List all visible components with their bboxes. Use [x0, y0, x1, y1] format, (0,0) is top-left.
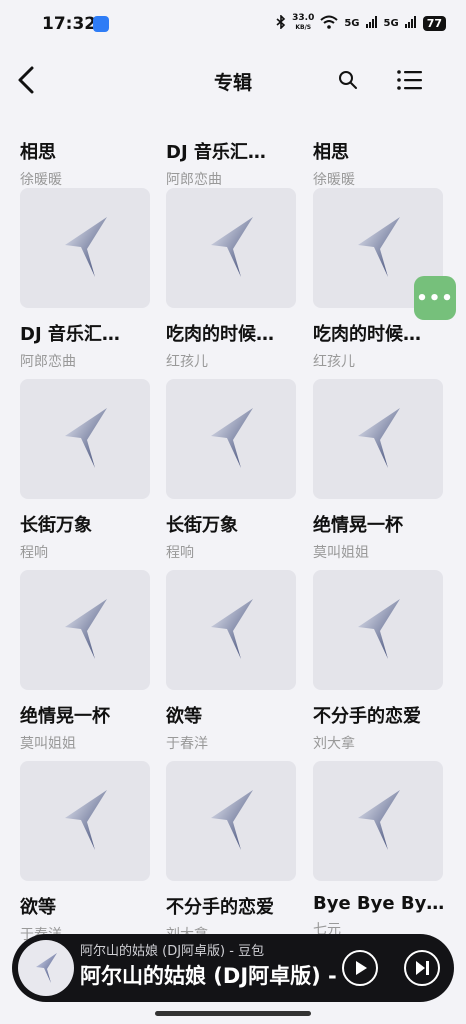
album-card[interactable]: 欲等于春洋 — [166, 570, 296, 753]
bluetooth-icon — [276, 13, 286, 32]
now-playing-cover[interactable] — [18, 940, 74, 996]
album-card[interactable]: 欲等于春洋 — [20, 761, 150, 944]
list-menu-icon — [397, 70, 422, 90]
signal-bars-icon — [365, 15, 378, 31]
status-icons: 33.0 KB/S 5G 5G 77 — [276, 14, 446, 32]
album-title: 不分手的恋爱 — [313, 706, 421, 727]
album-title: 不分手的恋爱 — [166, 897, 274, 918]
status-time: 17:32 — [42, 14, 97, 34]
status-bar: 17:32 33.0 KB/S 5G 5G 77 — [0, 0, 466, 50]
play-button[interactable] — [342, 950, 378, 986]
album-artist: 红孩儿 — [313, 354, 355, 370]
album-logo-icon — [65, 217, 107, 277]
album-artist: 阿郎恋曲 — [20, 354, 76, 370]
signal-bars-icon — [404, 15, 417, 31]
album-cover[interactable] — [20, 761, 150, 881]
search-button[interactable] — [336, 68, 360, 92]
next-button[interactable] — [404, 950, 440, 986]
album-cover[interactable] — [313, 379, 443, 499]
now-playing-bar[interactable]: 阿尔山的姑娘 (DJ阿卓版) - 豆包 阿尔山的姑娘 (DJ阿卓版) - 豆包 — [12, 934, 454, 1002]
album-title: DJ 音乐汇… — [166, 142, 266, 163]
album-artist: 阿郎恋曲 — [166, 172, 222, 188]
album-card[interactable]: DJ 音乐汇… 阿郎恋曲 — [20, 188, 150, 371]
album-title: 欲等 — [20, 897, 56, 918]
skip-next-icon — [416, 961, 429, 975]
album-card[interactable]: 相思 徐暖暖 — [20, 126, 150, 189]
album-cover[interactable] — [166, 188, 296, 308]
search-icon — [339, 71, 357, 89]
album-logo-icon — [211, 599, 253, 659]
album-artist: 莫叫姐姐 — [313, 545, 369, 561]
album-logo-icon — [358, 790, 400, 850]
menu-button[interactable] — [396, 68, 422, 92]
album-cover[interactable] — [20, 188, 150, 308]
album-title: 欲等 — [166, 706, 202, 727]
signal-5g-2: 5G — [383, 17, 399, 29]
album-title: 吃肉的时候… — [313, 324, 421, 345]
album-artist: 程响 — [166, 545, 194, 561]
album-artist: 于春洋 — [166, 736, 208, 752]
album-card[interactable]: Bye Bye By… 七元 — [313, 761, 444, 939]
album-title: 相思 — [20, 142, 56, 163]
album-title: 绝情晃一杯 — [20, 706, 110, 727]
album-logo-icon — [65, 790, 107, 850]
battery-indicator: 77 — [422, 15, 446, 31]
album-title: 相思 — [313, 142, 349, 163]
album-artist: 刘大拿 — [313, 736, 355, 752]
album-cover[interactable] — [313, 761, 443, 881]
album-card[interactable]: 吃肉的时候… 红孩儿 — [166, 188, 296, 371]
album-card[interactable]: 不分手的恋爱刘大拿 — [166, 761, 296, 944]
home-indicator — [155, 1011, 311, 1016]
floating-more-button[interactable]: ••• — [414, 276, 456, 320]
album-logo-icon — [211, 790, 253, 850]
album-logo-icon — [65, 408, 107, 468]
album-cover[interactable] — [20, 379, 150, 499]
album-artist: 徐暖暖 — [313, 172, 355, 188]
network-speed: 33.0 KB/S — [292, 13, 315, 32]
album-artist: 徐暖暖 — [20, 172, 62, 188]
album-title: 绝情晃一杯 — [313, 515, 403, 536]
album-artist: 莫叫姐姐 — [20, 736, 76, 752]
album-card[interactable]: 绝情晃一杯 莫叫姐姐 — [313, 379, 443, 562]
album-logo-icon — [211, 217, 253, 277]
album-card[interactable]: 长街万象 程响 — [20, 379, 150, 562]
page-header: 专辑 — [0, 50, 466, 110]
album-cover[interactable] — [166, 761, 296, 881]
signal-5g-1: 5G — [344, 17, 360, 29]
album-logo-icon — [65, 599, 107, 659]
album-title: 长街万象 — [20, 515, 92, 536]
app-notification-icon — [93, 16, 109, 32]
album-cover[interactable] — [166, 570, 296, 690]
album-card[interactable]: DJ 音乐汇… 阿郎恋曲 — [166, 126, 296, 189]
album-cover[interactable] — [20, 570, 150, 690]
now-playing-title: 阿尔山的姑娘 (DJ阿卓版) - 豆包 — [80, 964, 338, 988]
album-cover[interactable] — [313, 570, 443, 690]
album-card[interactable]: 绝情晃一杯 莫叫姐姐 — [20, 570, 150, 753]
wifi-icon — [320, 15, 339, 32]
album-logo-icon — [211, 408, 253, 468]
play-icon — [356, 961, 367, 975]
album-artist: 程响 — [20, 545, 48, 561]
album-title: DJ 音乐汇… — [20, 324, 120, 345]
album-logo-icon — [36, 953, 57, 983]
album-card[interactable]: 不分手的恋爱刘大拿 — [313, 570, 443, 753]
album-cover[interactable] — [166, 379, 296, 499]
now-playing-subtitle: 阿尔山的姑娘 (DJ阿卓版) - 豆包 — [80, 944, 265, 959]
album-card[interactable]: 长街万象 程响 — [166, 379, 296, 562]
album-card[interactable]: 相思 徐暖暖 — [313, 126, 443, 189]
album-title: Bye Bye By… — [313, 893, 445, 914]
album-artist: 红孩儿 — [166, 354, 208, 370]
album-title: 吃肉的时候… — [166, 324, 274, 345]
album-logo-icon — [358, 408, 400, 468]
album-title: 长街万象 — [166, 515, 238, 536]
album-logo-icon — [358, 217, 400, 277]
album-logo-icon — [358, 599, 400, 659]
